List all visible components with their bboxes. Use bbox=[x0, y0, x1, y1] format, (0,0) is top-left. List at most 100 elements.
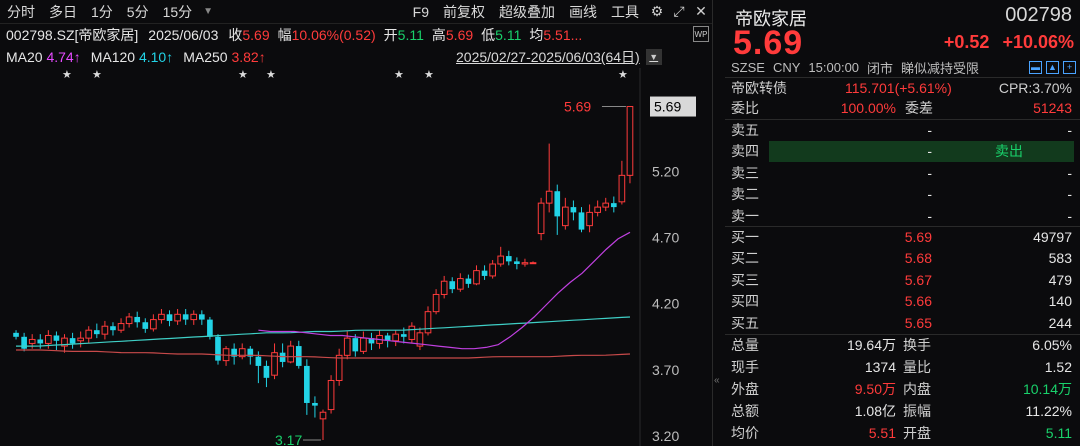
ask-volume: - bbox=[1067, 186, 1072, 203]
minus-icon[interactable]: ▬ bbox=[1029, 60, 1042, 74]
ma20-value: 4.74↑ bbox=[46, 49, 81, 65]
quote-panel: 帝欧家居 002798 5.69 +0.52 +10.06% SZSE CNY … bbox=[725, 0, 1080, 446]
quote-date: 2025/06/03 bbox=[148, 27, 219, 43]
ask-price: - bbox=[927, 143, 932, 160]
event-star-icon: ★ bbox=[394, 68, 404, 81]
event-star-icon: ★ bbox=[238, 68, 248, 81]
bond-row[interactable]: 帝欧转债 115.701(+5.61%) CPR:3.70% bbox=[725, 78, 1080, 99]
candle-body bbox=[554, 191, 561, 217]
stat-value: 6.05% bbox=[1032, 337, 1072, 353]
candle-body bbox=[21, 336, 27, 349]
tools-button[interactable]: 工具 bbox=[604, 0, 646, 24]
bell-icon[interactable]: ▲ bbox=[1046, 60, 1059, 74]
stat-label: 总量 bbox=[731, 337, 759, 353]
tab-15min[interactable]: 15分 bbox=[156, 0, 200, 24]
candle-body bbox=[134, 316, 141, 323]
ask-row[interactable]: 卖四 - 卖出 bbox=[725, 141, 1080, 163]
candle-body bbox=[537, 202, 545, 235]
candle-body bbox=[287, 345, 295, 363]
candle-body bbox=[335, 354, 343, 381]
bid-row[interactable]: 买二 5.68 583 bbox=[725, 248, 1080, 269]
stat-row: 总量 19.64万 换手 6.05% bbox=[725, 335, 1080, 356]
bid-row[interactable]: 买一 5.69 49797 bbox=[725, 227, 1080, 248]
f9-button[interactable]: F9 bbox=[406, 0, 436, 24]
period-dropdown-icon[interactable]: ▼ bbox=[199, 6, 217, 17]
candle-body bbox=[279, 352, 286, 362]
gear-icon[interactable]: ⚙ bbox=[646, 1, 668, 23]
ask-row[interactable]: 卖五 - - bbox=[725, 120, 1080, 141]
bid-row[interactable]: 买五 5.65 244 bbox=[725, 313, 1080, 334]
candle-body bbox=[207, 319, 213, 337]
ask-label: 卖四 bbox=[731, 143, 759, 160]
bid-volume: 479 bbox=[1048, 271, 1072, 288]
ask-row[interactable]: 卖一 - - bbox=[725, 206, 1080, 227]
event-star-icon: ★ bbox=[424, 68, 434, 81]
candle-body bbox=[150, 319, 157, 330]
candle-body bbox=[481, 270, 488, 276]
expand-icon[interactable]: ⤢ bbox=[668, 1, 690, 23]
ask-price: - bbox=[927, 164, 932, 181]
candle-body bbox=[37, 339, 44, 344]
ma250-value: 3.82↑ bbox=[231, 49, 266, 65]
stat-label: 振幅 bbox=[903, 403, 931, 419]
candle-body bbox=[505, 256, 512, 262]
candle-body bbox=[456, 278, 464, 290]
open-label: 开 bbox=[383, 27, 398, 43]
notice[interactable]: 睇似减持受限 bbox=[901, 58, 979, 77]
tab-intraday[interactable]: 分时 bbox=[0, 0, 42, 24]
draw-button[interactable]: 画线 bbox=[562, 0, 604, 24]
weicha-value: 51243 bbox=[1033, 100, 1072, 116]
stat-row: 现手 1374 量比 1.52 bbox=[725, 357, 1080, 378]
ask-row[interactable]: 卖二 - - bbox=[725, 184, 1080, 205]
bid-row[interactable]: 买三 5.67 479 bbox=[725, 270, 1080, 291]
candle-body bbox=[392, 333, 400, 342]
candle-body bbox=[610, 203, 617, 208]
stat-label: 外盘 bbox=[731, 381, 759, 397]
candle-body bbox=[93, 330, 100, 335]
high-marker-label: 5.69 bbox=[564, 99, 591, 115]
change-value: +0.52 bbox=[943, 32, 990, 52]
currency: CNY bbox=[772, 59, 801, 75]
ask-volume: - bbox=[1067, 207, 1072, 224]
candle-body bbox=[594, 206, 601, 213]
range-dropdown-icon[interactable]: ▼ bbox=[645, 49, 662, 65]
candle-body bbox=[142, 322, 149, 329]
candle-body bbox=[199, 314, 205, 320]
candle-body bbox=[304, 365, 310, 403]
overlay-button[interactable]: 超级叠加 bbox=[492, 0, 562, 24]
weibi-value: 100.00% bbox=[840, 100, 896, 116]
open-value: 5.11 bbox=[397, 27, 424, 43]
date-range[interactable]: 2025/02/27-2025/06/03(64日) ▼ bbox=[456, 46, 662, 68]
close-icon[interactable]: ✕ bbox=[690, 1, 712, 23]
stat-label: 总额 bbox=[731, 403, 759, 419]
ask-row[interactable]: 卖三 - - bbox=[725, 163, 1080, 184]
candle-body bbox=[53, 335, 60, 341]
ma20-label: MA20 bbox=[6, 49, 43, 65]
candle-body bbox=[521, 262, 529, 265]
ask-label: 卖五 bbox=[731, 122, 759, 138]
amp-label: 幅 bbox=[277, 27, 292, 43]
ask-label: 卖三 bbox=[731, 164, 759, 181]
last-price-axis-label: 5.69 bbox=[654, 99, 681, 115]
stat-label: 换手 bbox=[903, 337, 931, 353]
high-label: 高 bbox=[431, 27, 446, 43]
event-star-icon: ★ bbox=[62, 68, 72, 81]
tab-multi-day[interactable]: 多日 bbox=[42, 0, 84, 24]
tab-5min[interactable]: 5分 bbox=[120, 0, 156, 24]
candle-body bbox=[465, 278, 472, 284]
wp-badge[interactable]: WP bbox=[693, 26, 709, 42]
bid-label: 买三 bbox=[731, 271, 759, 288]
collapse-icon[interactable]: « bbox=[714, 375, 720, 386]
panel-divider[interactable] bbox=[712, 0, 713, 446]
candle-body bbox=[400, 334, 407, 337]
event-star-icon: ★ bbox=[618, 68, 628, 81]
bid-volume: 244 bbox=[1048, 314, 1072, 331]
ma-legend: MA20 4.74↑ MA120 4.10↑ MA250 3.82↑ bbox=[6, 46, 266, 68]
adjust-button[interactable]: 前复权 bbox=[436, 0, 492, 24]
plus-icon[interactable]: + bbox=[1063, 60, 1076, 74]
candle-body bbox=[473, 270, 480, 285]
tab-1min[interactable]: 1分 bbox=[84, 0, 120, 24]
candlestick-chart[interactable]: 5.69 5.20 4.70 4.20 3.70 3.20 5.69 3.17 ★ ★ ★ ★ ★ ★ ★ bbox=[0, 68, 712, 446]
bid-row[interactable]: 买四 5.66 140 bbox=[725, 291, 1080, 312]
bid-label: 买一 bbox=[731, 229, 759, 245]
